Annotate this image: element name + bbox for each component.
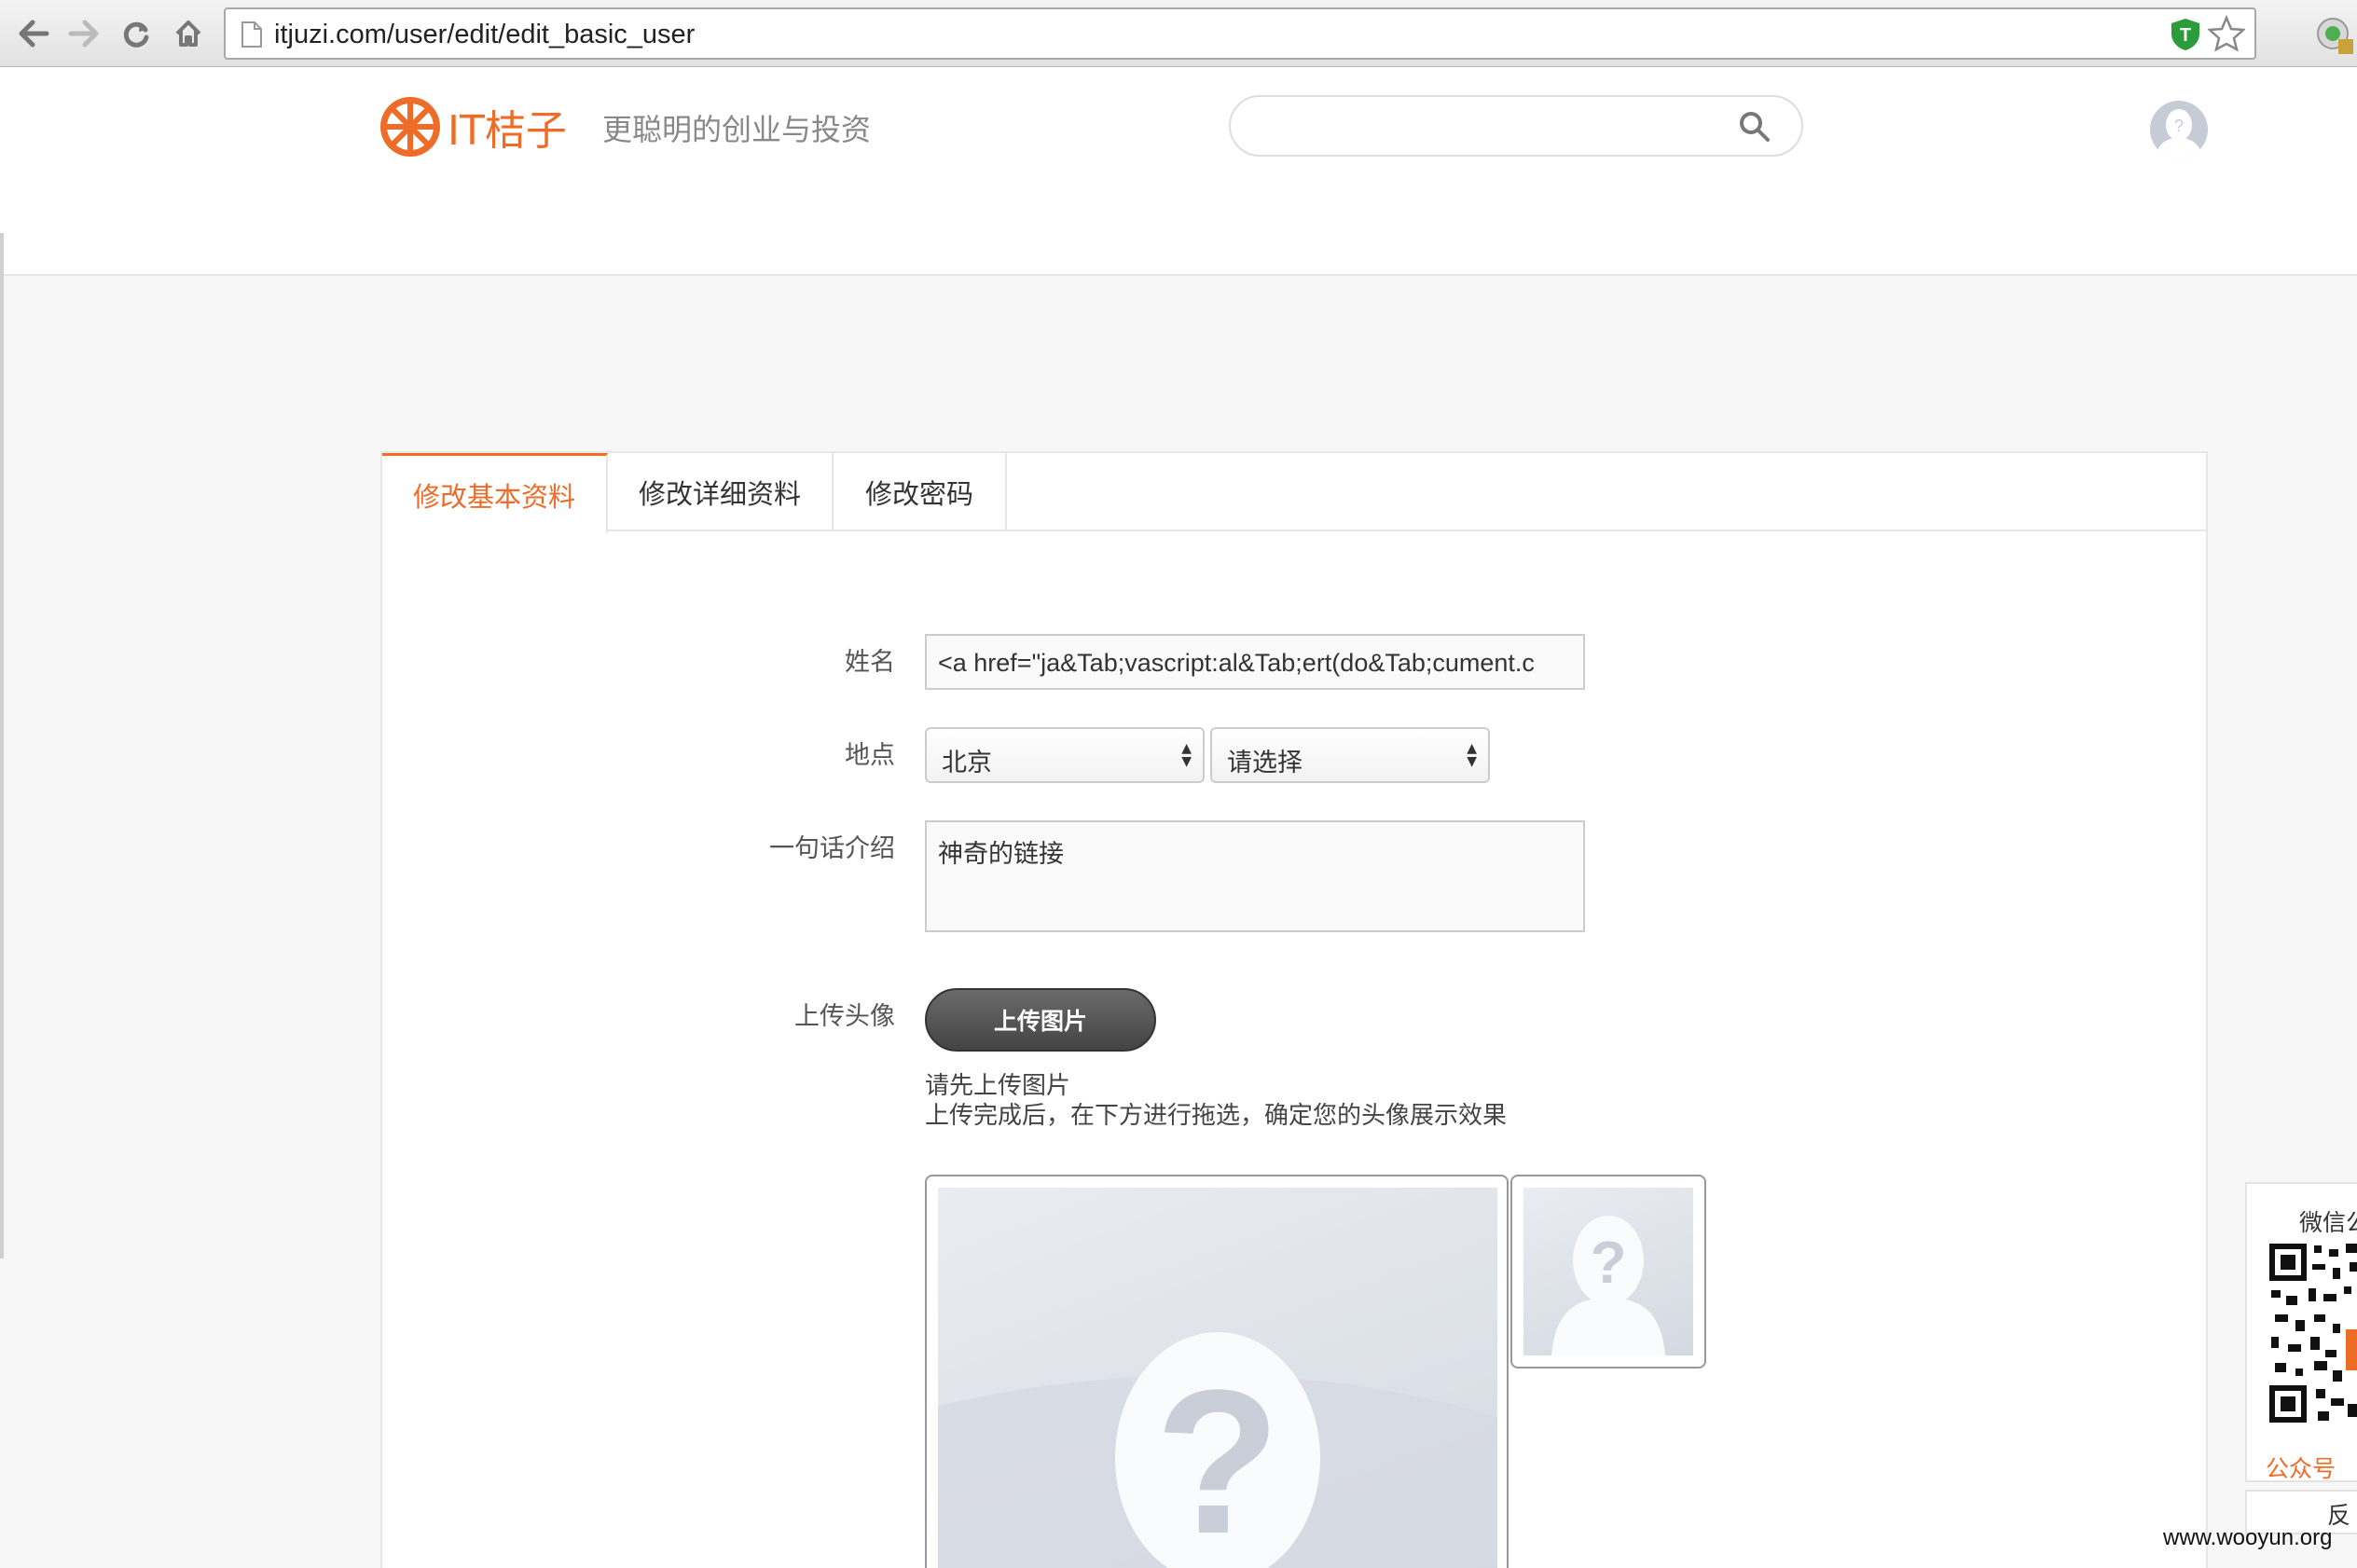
url-text: itjuzi.com/user/edit/edit_basic_user bbox=[274, 20, 696, 49]
page-icon bbox=[241, 21, 262, 48]
extension-icon[interactable] bbox=[2314, 15, 2353, 54]
wechat-title: 微信公 bbox=[2299, 1209, 2357, 1236]
search-input[interactable] bbox=[1229, 95, 1803, 157]
search-icon[interactable] bbox=[1738, 110, 1771, 144]
location-label: 地点 bbox=[845, 741, 895, 770]
tab-bar: 修改基本资料 修改详细资料 修改密码 bbox=[382, 453, 2206, 533]
upload-image-button[interactable]: 上传图片 bbox=[925, 988, 1156, 1052]
site-logo[interactable]: IT桔子 bbox=[379, 95, 567, 158]
name-label: 姓名 bbox=[845, 648, 895, 677]
forward-arrow-icon bbox=[68, 20, 99, 48]
province-select[interactable]: 北京 ▲ ▼ bbox=[925, 727, 1205, 783]
wechat-widget[interactable]: 微信公 公众号 bbox=[2245, 1182, 2357, 1482]
back-button[interactable] bbox=[13, 13, 54, 54]
default-avatar-icon: ? bbox=[2156, 109, 2202, 158]
intro-textarea[interactable]: 神奇的链接 bbox=[925, 820, 1585, 932]
select-arrows-icon: ▲ ▼ bbox=[1467, 741, 1477, 769]
home-button[interactable] bbox=[168, 13, 209, 54]
avatar-label: 上传头像 bbox=[794, 1002, 895, 1031]
edit-profile-panel: 修改基本资料 修改详细资料 修改密码 姓名 <a href="ja&Tab;va… bbox=[380, 451, 2208, 1568]
avatar-crop-image[interactable]: ? bbox=[938, 1188, 1497, 1568]
upload-hint-line2: 上传完成后，在下方进行拖选，确定您的头像展示效果 bbox=[925, 1102, 1508, 1130]
city-value: 请选择 bbox=[1227, 749, 1303, 777]
browser-toolbar: itjuzi.com/user/edit/edit_basic_user T bbox=[0, 0, 2357, 67]
tab-basic-info[interactable]: 修改基本资料 bbox=[382, 453, 608, 533]
province-value: 北京 bbox=[942, 749, 992, 777]
site-slogan: 更聪明的创业与投资 bbox=[602, 112, 872, 147]
default-avatar-preview-icon: ? bbox=[1551, 1216, 1665, 1355]
tab-change-password[interactable]: 修改密码 bbox=[834, 453, 1007, 531]
orange-logo-icon bbox=[380, 97, 440, 157]
reload-button[interactable] bbox=[116, 13, 157, 54]
avatar-preview-image: ? bbox=[1523, 1188, 1693, 1355]
default-avatar-large-icon: ? bbox=[938, 1332, 1497, 1568]
select-arrows-icon: ▲ ▼ bbox=[1181, 741, 1192, 769]
bookmark-star-icon[interactable] bbox=[2208, 15, 2245, 52]
avatar-crop-area[interactable]: ? bbox=[925, 1175, 1509, 1568]
svg-text:T: T bbox=[2180, 25, 2191, 46]
logo-text: IT桔子 bbox=[448, 107, 567, 155]
svg-text:?: ? bbox=[2174, 117, 2184, 135]
qr-code-icon bbox=[2267, 1240, 2357, 1426]
user-avatar[interactable]: ? bbox=[2150, 101, 2208, 158]
city-select[interactable]: 请选择 ▲ ▼ bbox=[1210, 727, 1490, 783]
name-input[interactable]: <a href="ja&Tab;vascript:al&Tab;ert(do&T… bbox=[925, 634, 1585, 690]
svg-text:?: ? bbox=[1590, 1229, 1626, 1296]
wechat-subtitle: 公众号 bbox=[2266, 1455, 2336, 1482]
back-arrow-icon bbox=[19, 20, 49, 48]
page-left-edge bbox=[0, 233, 4, 1259]
svg-text:?: ? bbox=[1155, 1347, 1280, 1568]
reload-icon bbox=[123, 21, 149, 48]
tab-detailed-info[interactable]: 修改详细资料 bbox=[608, 453, 834, 531]
home-icon bbox=[175, 21, 201, 47]
intro-label: 一句话介绍 bbox=[769, 834, 895, 863]
address-bar[interactable]: itjuzi.com/user/edit/edit_basic_user T bbox=[224, 7, 2256, 60]
site-header: IT桔子 更聪明的创业与投资 ? bbox=[0, 67, 2357, 276]
avatar-preview: ? bbox=[1510, 1175, 1706, 1369]
watermark-text: www.wooyun.org bbox=[2163, 1525, 2333, 1550]
forward-button[interactable] bbox=[63, 13, 104, 54]
shield-extension-icon[interactable]: T bbox=[2169, 17, 2202, 52]
